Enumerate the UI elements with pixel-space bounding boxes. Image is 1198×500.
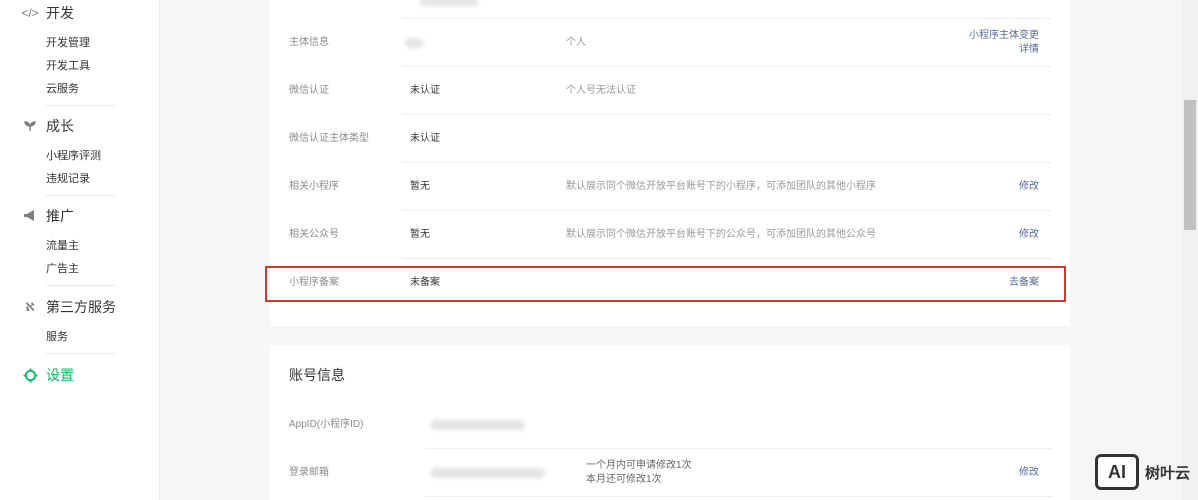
row-label: 微信认证 [289,85,329,96]
nav-group-settings: 设置 [0,362,74,388]
gear-icon [22,367,38,383]
sidebar-item-service[interactable]: 服务 [22,326,116,349]
row-label: 登录邮箱 [289,467,329,478]
sidebar-item-violations[interactable]: 违规记录 [22,168,116,191]
change-subject-link[interactable]: 小程序主体变更 [969,29,1039,43]
sidebar-item-evaluation[interactable]: 小程序评测 [22,145,116,168]
row-label: 微信认证主体类型 [289,133,369,144]
edit-related-official-account-link[interactable]: 修改 [1019,211,1039,259]
megaphone-icon [22,208,38,224]
section-title: 账号信息 [289,367,345,383]
sprout-icon [22,118,38,134]
row-label: 相关公众号 [289,229,339,240]
table-row: 相关小程序 暂无 默认展示同个微信开放平台账号下的小程序，可添加团队的其他小程序… [270,163,1070,211]
row-value: 暂无 [410,229,430,240]
row-value: 暂无 [410,181,430,192]
divider [46,353,116,354]
table-row: 微信认证主体类型 未认证 [270,115,1070,163]
sidebar-item-cloud[interactable]: 云服务 [22,78,116,101]
watermark-logo: AI [1094,454,1139,490]
code-icon: </> [21,6,39,20]
table-row: 登录邮箱 一个月内可申请修改1次 本月还可修改1次 修改 [270,449,1070,497]
row-label: 相关小程序 [289,181,339,192]
nav-group-promotion: 推广 流量主 广告主 [0,203,116,294]
edit-email-link[interactable]: 修改 [1019,449,1039,497]
table-row: 主体信息 个人 小程序主体变更 详情 [270,19,1070,67]
table-row [270,0,1070,19]
nav-head-label: 设置 [46,367,74,383]
table-row: 微信认证 未认证 个人号无法认证 [270,67,1070,115]
blurred-email [430,468,545,478]
sidebar-item-traffic-owner[interactable]: 流量主 [22,235,116,258]
edit-related-miniprogram-link[interactable]: 修改 [1019,163,1039,211]
row-desc: 默认展示同个微信开放平台账号下的公众号，可添加团队的其他公众号 [566,229,876,240]
row-label: 主体信息 [289,37,329,48]
nav-head-promotion[interactable]: 推广 [22,203,116,229]
email-note-line: 本月还可修改1次 [586,474,662,485]
highlight-box [265,266,1066,302]
nav-head-develop[interactable]: </> 开发 [21,0,116,26]
row-label: AppID(小程序ID) [289,419,364,430]
row-value: 未认证 [410,85,440,96]
blurred-appid [430,420,525,430]
watermark-text: 树叶云 [1144,464,1190,482]
blurred-value [405,38,423,48]
sidebar-item-dev-manage[interactable]: 开发管理 [22,32,116,55]
scrollbar-thumb[interactable] [1184,100,1196,230]
divider [46,285,116,286]
divider [46,195,116,196]
blurred-value [420,0,478,6]
third-party-icon: ℵ [25,300,35,314]
sidebar: </> 开发 开发管理 开发工具 云服务 成长 小程序评测 违规记录 推广 流量… [0,0,160,500]
email-note-line: 一个月内可申请修改1次 [586,460,692,471]
nav-group-develop: </> 开发 开发管理 开发工具 云服务 [0,0,116,114]
table-row: AppID(小程序ID) [270,401,1070,449]
row-desc: 个人 [566,37,586,48]
nav-head-label: 开发 [46,5,74,21]
account-info-panel: 账号信息 AppID(小程序ID) 登录邮箱 一个月内可申请修改1次 本月还可修… [270,345,1070,500]
sidebar-item-advertiser[interactable]: 广告主 [22,258,116,281]
row-action-group: 小程序主体变更 详情 [969,29,1039,57]
details-link[interactable]: 详情 [969,43,1039,57]
row-value: 未认证 [410,133,440,144]
nav-head-label: 第三方服务 [46,299,116,315]
row-divider [425,496,1052,497]
row-desc: 个人号无法认证 [566,85,636,96]
email-note: 一个月内可申请修改1次 本月还可修改1次 [586,459,692,487]
scrollbar[interactable] [1182,0,1198,500]
nav-head-third-party[interactable]: ℵ 第三方服务 [22,294,116,320]
watermark: AI 树叶云 [1094,454,1190,490]
nav-group-growth: 成长 小程序评测 违规记录 [0,113,116,204]
nav-head-growth[interactable]: 成长 [22,113,116,139]
row-desc: 默认展示同个微信开放平台账号下的小程序，可添加团队的其他小程序 [566,181,876,192]
divider [46,105,116,106]
nav-group-third-party: ℵ 第三方服务 服务 [0,294,116,362]
table-row: 相关公众号 暂无 默认展示同个微信开放平台账号下的公众号，可添加团队的其他公众号… [270,211,1070,259]
sidebar-item-dev-tools[interactable]: 开发工具 [22,55,116,78]
nav-head-label: 成长 [46,118,74,134]
nav-head-settings[interactable]: 设置 [22,362,74,388]
nav-head-label: 推广 [46,208,74,224]
